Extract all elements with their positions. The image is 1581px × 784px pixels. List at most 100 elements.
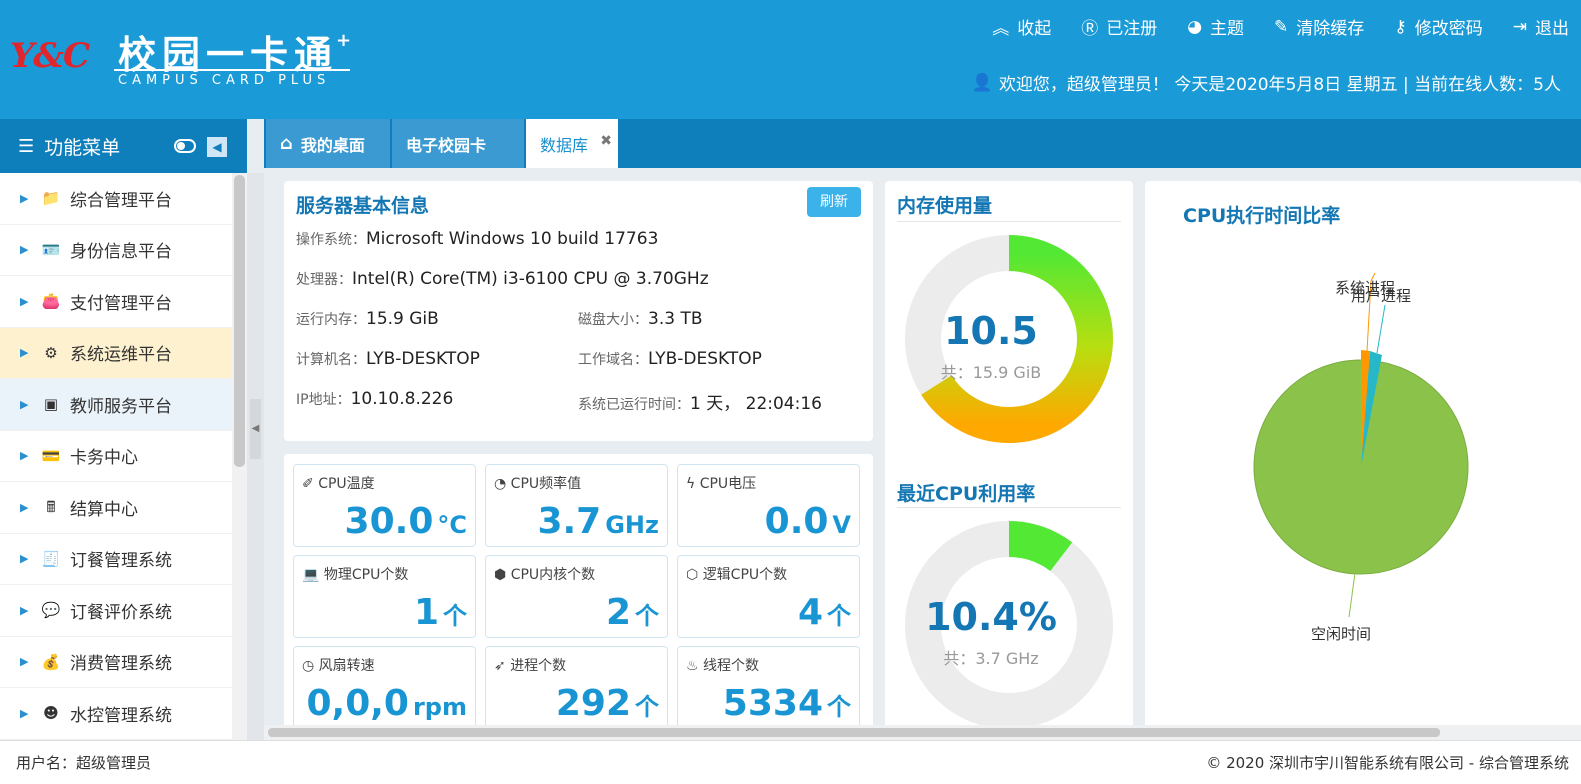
info-value: LYB-DESKTOP: [648, 349, 762, 369]
fire-icon: ♨: [686, 658, 699, 674]
collapse-arrow-icon[interactable]: ◀: [250, 399, 261, 459]
metric-label: ✐ CPU温度: [302, 476, 375, 492]
content-scrollbar[interactable]: [264, 725, 1581, 740]
collapse-label: 收起: [1017, 19, 1052, 39]
footer-copyright: © 2020 深圳市宇川智能系统有限公司 - 综合管理系统: [1206, 754, 1569, 772]
info-value: Intel(R) Core(TM) i3-6100 CPU @ 3.70GHz: [352, 269, 709, 289]
metric-cpu-voltage: ϟ CPU电压 0.0 V: [677, 464, 860, 547]
info-domain: 工作域名：LYB-DESKTOP: [578, 349, 762, 369]
logout-icon: ⇥: [1512, 16, 1527, 37]
user-icon: 👤: [971, 72, 993, 93]
tab-e-campus-card[interactable]: 电子校园卡: [392, 119, 524, 168]
bolt-icon: ϟ: [686, 476, 696, 492]
list-icon: ☰: [18, 135, 35, 157]
theme-button[interactable]: ◕ 主题: [1187, 14, 1244, 40]
sidebar-scrollbar[interactable]: [232, 173, 247, 740]
info-uptime: 系统已运行时间：1 天， 22:04:16: [578, 389, 822, 414]
tab-database[interactable]: 数据库 ✖: [526, 119, 618, 168]
sidebar-toggle-icon[interactable]: [174, 139, 196, 153]
palette-icon: ◕: [1187, 16, 1203, 37]
info-label: 工作域名：: [578, 352, 648, 368]
sidebar-item-label: 结算中心: [70, 499, 138, 520]
clear-cache-button[interactable]: ✎ 清除缓存: [1274, 14, 1364, 40]
pie-label-user: 用户进程: [1351, 288, 1411, 305]
tab-label: 电子校园卡: [406, 135, 487, 155]
card-icon: 💳: [41, 446, 61, 465]
welcome-text: 欢迎您，超级管理员！ 今天是2020年5月8日 星期五 | 当前在线人数：5人: [998, 75, 1561, 95]
purse-icon: 💰: [41, 652, 61, 671]
sidebar-item-settlement[interactable]: ▶ 🖩 结算中心: [0, 482, 232, 534]
id-card-icon: 🪪: [41, 240, 61, 259]
metric-value: 0.0 V: [764, 501, 851, 542]
metric-label: ⬡ 逻辑CPU个数: [686, 567, 788, 583]
sidebar-splitter[interactable]: ◀: [247, 173, 264, 740]
change-password-button[interactable]: ⚷ 修改密码: [1394, 14, 1482, 40]
sidebar-item-payment[interactable]: ▶ 👛 支付管理平台: [0, 276, 232, 328]
sidebar-item-identity[interactable]: ▶ 🪪 身份信息平台: [0, 225, 232, 276]
top-header: Y&C 校园一卡通 + CAMPUS CARD PLUS ︽ 收起 Ⓡ 已注册 …: [0, 0, 1581, 119]
info-label: 磁盘大小：: [578, 312, 648, 328]
sidebar-scroll-thumb[interactable]: [234, 175, 245, 467]
sidebar-item-ordering[interactable]: ▶ 🧾 订餐管理系统: [0, 534, 232, 585]
caret-right-icon: ▶: [20, 603, 29, 617]
app-title-plus: +: [336, 30, 352, 51]
metric-thread-count: ♨ 线程个数 5334 个: [677, 646, 860, 729]
top-links: ︽ 收起 Ⓡ 已注册 ◕ 主题 ✎ 清除缓存 ⚷ 修改密码 ⇥ 退出: [992, 14, 1569, 40]
calculator-icon: 🖩: [46, 498, 56, 517]
metric-value: 4个: [797, 592, 851, 633]
divider: [897, 507, 1121, 508]
logout-button[interactable]: ⇥ 退出: [1512, 14, 1569, 40]
eraser-icon: ✎: [1274, 16, 1289, 37]
wallet-icon: 👛: [41, 292, 61, 311]
caret-right-icon: ▶: [20, 552, 29, 566]
sidebar-item-order-review[interactable]: ▶ 💬 订餐评价系统: [0, 585, 232, 637]
info-value: LYB-DESKTOP: [366, 349, 480, 369]
sidebar-item-label: 综合管理平台: [70, 190, 172, 211]
sidebar-collapse-button[interactable]: ◀: [207, 137, 227, 157]
registered-icon: Ⓡ: [1081, 19, 1099, 39]
info-value: 15.9 GiB: [366, 309, 439, 329]
metric-value: 1个: [413, 592, 467, 633]
sidebar-item-general[interactable]: ▶ 📁 综合管理平台: [0, 173, 232, 225]
sidebar-item-consumption[interactable]: ▶ 💰 消费管理系统: [0, 637, 232, 688]
tab-label: 数据库: [540, 135, 589, 155]
chevron-up-double-icon: ︽: [992, 19, 1010, 39]
metric-label: 💻 物理CPU个数: [302, 567, 409, 583]
cpu-usage-title: 最近CPU利用率: [897, 483, 1036, 505]
memory-total: 共：15.9 GiB: [940, 363, 1042, 382]
metric-label: ♨ 线程个数: [686, 658, 760, 674]
caret-right-icon: ▶: [20, 655, 29, 669]
metric-cpu-freq: ◔ CPU频率值 3.7 GHz: [485, 464, 668, 547]
close-icon[interactable]: ✖: [600, 133, 612, 149]
refresh-button[interactable]: 刷新: [807, 187, 861, 217]
info-value: 3.3 TB: [648, 309, 703, 329]
info-disk: 磁盘大小：3.3 TB: [578, 309, 703, 329]
cube-icon: ⬢: [494, 567, 507, 583]
info-ip: IP地址：10.10.8.226: [296, 389, 453, 409]
caret-right-icon: ▶: [20, 449, 29, 463]
server-info-title: 服务器基本信息: [296, 195, 430, 217]
pie-leader-idle: [1348, 572, 1356, 618]
registered-button[interactable]: Ⓡ 已注册: [1081, 14, 1157, 39]
wand-icon: ✐: [302, 476, 314, 492]
sidebar-item-teacher[interactable]: ▶ ▣ 教师服务平台: [0, 379, 232, 431]
metric-label: ➶ 进程个数: [494, 658, 567, 674]
tab-my-desktop[interactable]: ⌂ 我的桌面: [266, 119, 390, 168]
content-scroll-thumb[interactable]: [268, 728, 1440, 737]
sidebar-item-water[interactable]: ▶ ☻ 水控管理系统: [0, 688, 232, 740]
order-icon: 🧾: [41, 549, 61, 568]
memory-card: 内存使用量 10.5 共：15.9 GiB 最近CPU利用率 10.4% 共：3…: [885, 181, 1133, 740]
sidebar-item-ops[interactable]: ▶ ⚙ 系统运维平台: [0, 327, 232, 379]
cpu-usage-value: 10.4%: [925, 595, 1057, 639]
pie-leader-user: [1376, 304, 1386, 354]
sidebar-header: ☰ 功能菜单 ◀: [0, 119, 247, 173]
sidebar-title: 功能菜单: [44, 136, 121, 159]
sidebar-item-card-center[interactable]: ▶ 💳 卡务中心: [0, 431, 232, 482]
caret-right-icon: ▶: [20, 191, 29, 205]
cubes-icon: ⬡: [686, 567, 699, 583]
sidebar-item-label: 订餐评价系统: [70, 602, 172, 623]
sidebar: ▶ 📁 综合管理平台 ▶ 🪪 身份信息平台 ▶ 👛 支付管理平台 ▶ ⚙ 系统运…: [0, 173, 232, 740]
info-os: 操作系统：Microsoft Windows 10 build 17763: [296, 229, 658, 249]
collapse-button[interactable]: ︽ 收起: [992, 14, 1051, 39]
caret-right-icon: ▶: [20, 397, 29, 411]
